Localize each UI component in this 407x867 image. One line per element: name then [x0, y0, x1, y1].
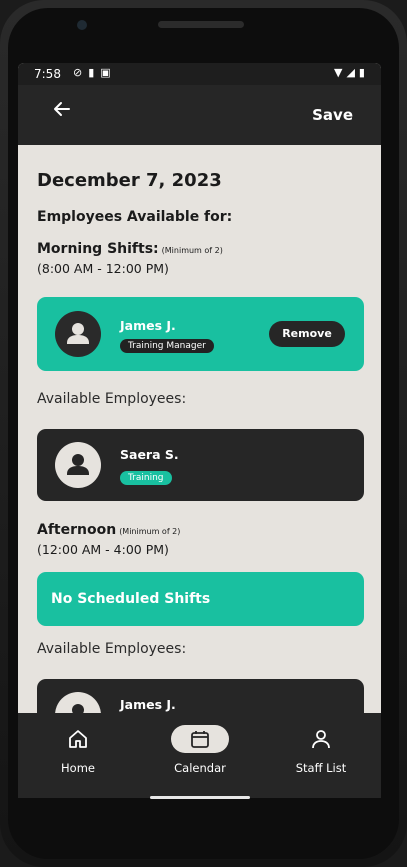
nav-staff-icon-wrap — [292, 725, 350, 753]
page-title: December 7, 2023 — [37, 170, 222, 191]
employees-available-heading: Employees Available for: — [37, 209, 233, 225]
nav-calendar[interactable]: Calendar — [150, 713, 250, 798]
employee-name: Saera S. — [120, 447, 179, 462]
save-button[interactable]: Save — [312, 106, 353, 124]
avatar — [55, 311, 101, 357]
phone-frame: 7:58 ⊘▮▣ ▼◢▮ Save December 7, 2023 Emplo… — [0, 0, 407, 867]
calendar-icon — [191, 731, 209, 748]
role-badge: Training Manager — [120, 339, 214, 353]
home-indicator[interactable] — [150, 796, 250, 799]
back-button[interactable] — [52, 99, 72, 126]
afternoon-shift-title: Afternoon (Minimum of 2) — [37, 522, 180, 538]
afternoon-minimum: (Minimum of 2) — [119, 527, 181, 536]
avatar — [55, 692, 101, 713]
no-shifts-card: No Scheduled Shifts — [37, 572, 364, 626]
avatar — [55, 442, 101, 488]
remove-button[interactable]: Remove — [269, 321, 345, 347]
nav-home[interactable]: Home — [28, 713, 128, 798]
shift-content[interactable]: December 7, 2023 Employees Available for… — [18, 145, 381, 713]
morning-shift-title: Morning Shifts: (Minimum of 2) — [37, 241, 223, 257]
employee-name: James J. — [120, 318, 176, 333]
nav-staff-label: Staff List — [295, 761, 347, 775]
person-icon — [67, 454, 89, 475]
available-employees-label: Available Employees: — [37, 391, 187, 407]
role-badge: Training — [120, 471, 172, 485]
status-bar: 7:58 ⊘▮▣ ▼◢▮ — [18, 63, 381, 85]
earpiece-speaker — [158, 21, 244, 28]
morning-title-text: Morning Shifts: — [37, 241, 159, 257]
morning-shift-time: (8:00 AM - 12:00 PM) — [37, 261, 169, 276]
app-bar: Save — [18, 85, 381, 145]
bottom-navigation: Home Calendar Staff List — [18, 713, 381, 798]
arrow-left-icon — [54, 102, 70, 116]
employee-name: James J. — [120, 697, 176, 712]
status-time: 7:58 — [34, 67, 61, 81]
screen: 7:58 ⊘▮▣ ▼◢▮ Save December 7, 2023 Emplo… — [18, 63, 381, 798]
notification-icons: ⊘▮▣ — [73, 66, 117, 79]
no-scheduled-shifts-text: No Scheduled Shifts — [51, 591, 211, 607]
nav-home-icon-wrap — [49, 725, 107, 753]
available-employees-label: Available Employees: — [37, 641, 187, 657]
afternoon-title-text: Afternoon — [37, 522, 117, 538]
signal-battery-icons: ▼◢▮ — [334, 66, 369, 79]
available-employee-card[interactable]: James J. — [37, 679, 364, 713]
afternoon-shift-time: (12:00 AM - 4:00 PM) — [37, 542, 169, 557]
person-icon — [72, 704, 84, 713]
scheduled-employee-card[interactable]: James J. Training Manager Remove — [37, 297, 364, 371]
front-camera — [77, 20, 87, 30]
nav-staff-list[interactable]: Staff List — [271, 713, 371, 798]
nav-home-label: Home — [61, 761, 95, 775]
nav-calendar-icon-wrap — [171, 725, 229, 753]
person-icon — [312, 730, 330, 749]
available-employee-card[interactable]: Saera S. Training — [37, 429, 364, 501]
nav-calendar-label: Calendar — [174, 761, 226, 775]
morning-minimum: (Minimum of 2) — [161, 246, 223, 255]
person-icon — [67, 323, 89, 344]
home-icon — [69, 730, 87, 748]
